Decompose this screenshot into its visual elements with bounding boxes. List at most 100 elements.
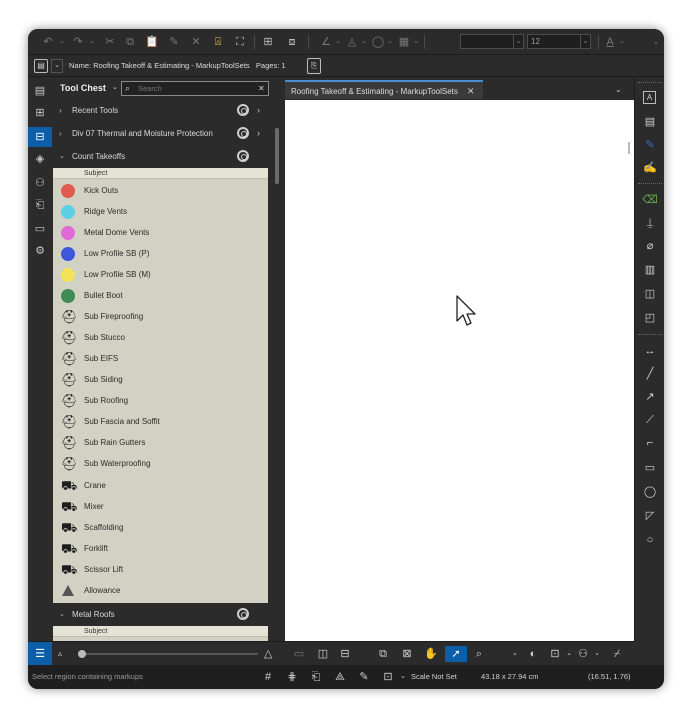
chevron-down-icon[interactable]: ⌄	[589, 646, 605, 662]
ellipse-icon[interactable]: ◯	[642, 484, 658, 500]
undo-dropdown-icon[interactable]: ⌄	[54, 35, 70, 49]
thumbnails-icon[interactable]: ⊞	[32, 105, 48, 121]
document-canvas[interactable]	[285, 100, 634, 641]
tool-chest-scrollbar[interactable]	[275, 128, 279, 184]
tool-chest-icon[interactable]: ⊟	[28, 127, 52, 147]
chevron-down-icon[interactable]: ⌄	[400, 665, 406, 689]
copy-icon[interactable]: ⧉	[122, 35, 138, 49]
polygon-icon[interactable]: ◸	[642, 508, 658, 524]
canvas-scrollbar[interactable]	[628, 142, 630, 154]
tool-item[interactable]: ⛑ Sub Stucco	[53, 327, 268, 348]
tool-chest-search[interactable]: ⌕ ✕	[121, 81, 269, 96]
tool-item[interactable]: Ridge Vents	[53, 201, 268, 222]
chevron-down-icon[interactable]: ⌄	[507, 646, 523, 662]
split-horizontal-icon[interactable]: ⊟	[337, 646, 353, 662]
gear-icon[interactable]	[237, 150, 249, 162]
eyedropper-icon[interactable]: ⌿	[609, 646, 625, 662]
zoom-icon[interactable]: ⌕	[471, 646, 487, 662]
group-metal-roofs[interactable]: ⌄ Metal Roofs	[53, 603, 268, 626]
tool-item[interactable]: Low Profile SB (P)	[53, 243, 268, 264]
dimension-icon[interactable]: ▥	[642, 262, 658, 278]
chevron-down-icon[interactable]: ⌄	[112, 77, 118, 99]
tool-item[interactable]: ⛟ Crane	[53, 475, 268, 496]
select-arrow-icon[interactable]: ➚	[445, 646, 467, 662]
delete-icon[interactable]: ✕	[188, 35, 204, 49]
markup-snap-icon[interactable]: ⟁	[332, 669, 348, 685]
gear-icon[interactable]	[237, 608, 249, 620]
scale-status[interactable]: Scale Not Set	[411, 665, 457, 689]
line-icon[interactable]: ╱	[642, 366, 658, 382]
pen-icon[interactable]: ✎	[642, 137, 658, 153]
toolbar-overflow-icon[interactable]: ⌄	[648, 35, 664, 49]
group-div-07[interactable]: › Div 07 Thermal and Moisture Protection…	[53, 122, 268, 145]
tool-item[interactable]: ⛟ Mixer	[53, 496, 268, 517]
tool-item[interactable]: ⛑ Sub EIFS	[53, 348, 268, 369]
note-icon[interactable]: ▤	[642, 114, 658, 130]
tool-item[interactable]: ⛑ Sub Siding	[53, 369, 268, 390]
reuse-icon[interactable]: ✎	[356, 669, 372, 685]
bell-icon[interactable]: ⍓	[210, 35, 226, 49]
font-family-combo[interactable]: ⌄	[460, 34, 524, 49]
attachment-icon[interactable]: ⌀	[642, 238, 658, 254]
contrast-icon[interactable]: ◐	[525, 646, 541, 662]
tool-item[interactable]: ⛑ Sub Rain Gutters	[53, 432, 268, 453]
cut-icon[interactable]: ✂	[102, 35, 118, 49]
sync-icon[interactable]: ⊡	[380, 669, 396, 685]
tool-item[interactable]: ⛑ Sub Fascia and Soffit	[53, 411, 268, 432]
group-count-takeoffs[interactable]: ⌄ Count Takeoffs	[53, 145, 268, 168]
cloud-icon[interactable]: ○	[642, 532, 658, 548]
tool-item[interactable]: ⛑ Sub Roofing	[53, 390, 268, 411]
page-thumbnail-icon[interactable]: ⎘	[307, 58, 321, 74]
document-icon[interactable]: ▤	[34, 59, 48, 73]
user-icon[interactable]: ⚇	[32, 175, 48, 191]
polyline-icon[interactable]: ⟋	[642, 412, 658, 428]
close-icon[interactable]: ✕	[467, 82, 475, 101]
search-input[interactable]	[138, 82, 253, 95]
text-color-dropdown-icon[interactable]: ⌄	[614, 35, 630, 49]
measure-length-icon[interactable]: ↔	[642, 343, 658, 359]
cutout-icon[interactable]: ◰	[642, 310, 658, 326]
text-box-icon[interactable]: A	[643, 91, 656, 104]
bookmark-icon[interactable]: ⎗	[32, 197, 48, 213]
subject-column-header[interactable]: Subject	[53, 168, 268, 179]
snap-icon[interactable]: ⊠	[399, 646, 415, 662]
redo-dropdown-icon[interactable]: ⌄	[84, 35, 100, 49]
paste-icon[interactable]: 📋	[144, 35, 160, 49]
grid-icon[interactable]: #	[260, 669, 276, 685]
layers-icon[interactable]: ◈	[32, 151, 48, 167]
stamp-icon[interactable]: ⍊	[642, 215, 658, 231]
chevron-right-icon[interactable]: ›	[257, 122, 260, 145]
content-snap-icon[interactable]: ⎗	[308, 669, 324, 685]
measurement-icon[interactable]: ▭	[32, 221, 48, 237]
slider-thumb[interactable]	[78, 650, 86, 658]
hatch-dropdown-icon[interactable]: ⌄	[408, 35, 424, 49]
tool-item[interactable]: Low Profile SB (M)	[53, 264, 268, 285]
icon-size-slider[interactable]	[80, 653, 258, 655]
tool-item[interactable]: ⛑ Sub Fireproofing	[53, 306, 268, 327]
area-icon[interactable]: ◫	[642, 286, 658, 302]
file-icon[interactable]: ▤	[32, 83, 48, 99]
callout-icon[interactable]: ⌐	[642, 435, 658, 451]
tool-item[interactable]: Kick Outs	[53, 180, 268, 201]
tool-item[interactable]: Allowance	[53, 580, 268, 601]
crop-icon[interactable]: ⛶	[232, 35, 248, 49]
tool-item[interactable]: ⛑ Sub Waterproofing	[53, 453, 268, 474]
list-view-icon[interactable]: ☰	[28, 642, 52, 666]
tool-item[interactable]: ⛟ Scaffolding	[53, 517, 268, 538]
gear-icon[interactable]	[237, 127, 249, 139]
rectangle-icon[interactable]: ▭	[642, 460, 658, 476]
highlighter-icon[interactable]: ✍	[642, 160, 658, 176]
tool-item[interactable]: ⛟ Scissor Lift	[53, 559, 268, 580]
snap-grid-icon[interactable]: ⋕	[284, 669, 300, 685]
font-size-combo[interactable]: 12 ⌄	[527, 34, 591, 49]
tool-item[interactable]: ⛟ Forklift	[53, 538, 268, 559]
format-painter-icon[interactable]: ✎	[166, 35, 182, 49]
chevron-down-icon[interactable]: ⌄	[615, 80, 622, 99]
split-vertical-icon[interactable]: ◫	[315, 646, 331, 662]
group-icon[interactable]: ⧈	[284, 35, 300, 49]
single-page-icon[interactable]: ▭	[291, 646, 307, 662]
group-recent-tools[interactable]: › Recent Tools ›	[53, 99, 268, 122]
close-icon[interactable]: ✕	[258, 82, 265, 95]
subject-column-header[interactable]: Subject	[53, 626, 268, 637]
eraser-icon[interactable]: ⌫	[642, 192, 658, 208]
